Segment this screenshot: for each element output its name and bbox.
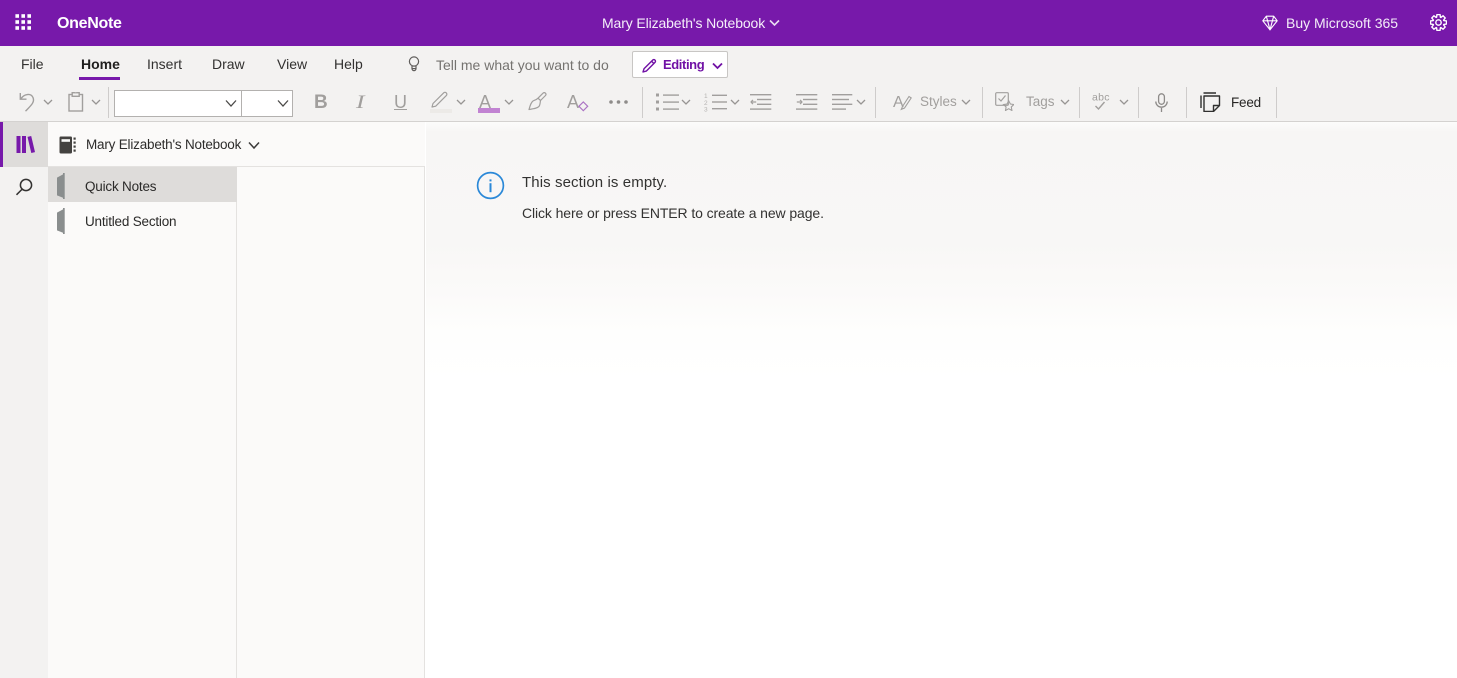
svg-text:1: 1 [704,93,708,100]
svg-text:3: 3 [704,107,708,113]
svg-text:abc: abc [1092,92,1110,104]
